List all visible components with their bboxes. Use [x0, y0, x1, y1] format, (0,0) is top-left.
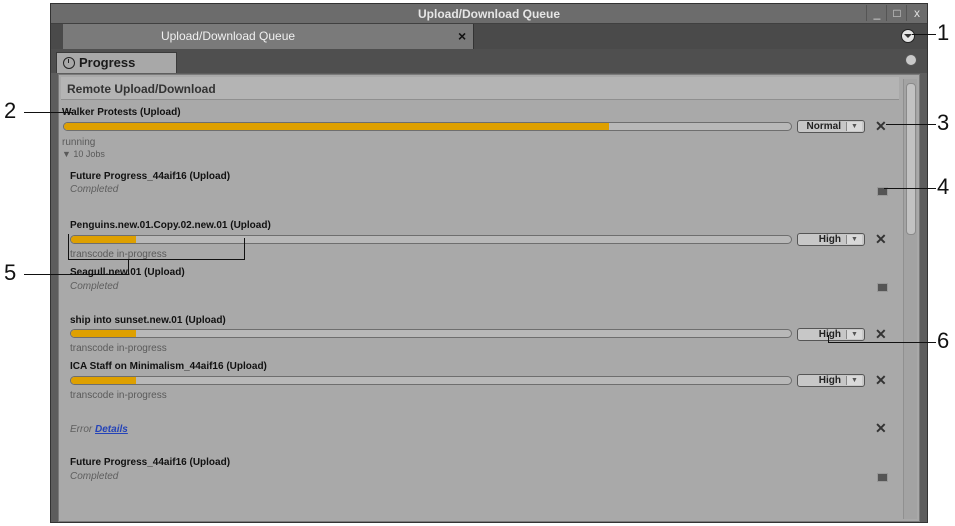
- progress-fill: [71, 377, 136, 384]
- callout-line: [828, 342, 936, 343]
- chevron-down-icon: ▼: [846, 122, 862, 131]
- priority-dropdown[interactable]: High ▼: [797, 233, 865, 246]
- callout-bracket: [244, 238, 245, 260]
- remove-job-button[interactable]: ✕: [875, 326, 887, 343]
- callout-label: 2: [4, 98, 17, 123]
- section-title: Remote Upload/Download: [67, 82, 216, 96]
- tab-upload-download-queue[interactable]: Upload/Download Queue ×: [63, 24, 474, 49]
- jobs-toggle[interactable]: ▼ 10 Jobs: [62, 149, 105, 159]
- remove-job-button[interactable]: ✕: [875, 420, 887, 437]
- job-status: running: [62, 137, 96, 148]
- panel-tab-bar: Progress: [51, 49, 927, 73]
- progress-bar: [70, 376, 792, 385]
- title-bar: Upload/Download Queue _ □ x: [51, 4, 927, 24]
- priority-value: High: [818, 375, 841, 386]
- queue-list: Remote Upload/Download Walker Protests (…: [58, 74, 920, 522]
- restore-button[interactable]: □: [886, 5, 907, 21]
- clear-job-icon[interactable]: [877, 283, 888, 292]
- priority-value: Normal: [806, 121, 841, 132]
- job-status: transcode in-progress: [70, 343, 167, 354]
- priority-value: High: [818, 234, 841, 245]
- section-header: Remote Upload/Download: [61, 77, 899, 100]
- callout-label: 3: [937, 110, 950, 135]
- chevron-down-icon: ▼: [846, 330, 862, 339]
- vertical-scrollbar[interactable]: [903, 79, 917, 519]
- clock-icon: [63, 57, 75, 69]
- minimize-button[interactable]: _: [866, 5, 887, 21]
- tab-label: Upload/Download Queue: [160, 29, 296, 43]
- callout-line: [24, 112, 72, 113]
- job-status: Completed: [70, 184, 119, 195]
- remove-job-button[interactable]: ✕: [875, 372, 887, 389]
- callout-label: 5: [4, 260, 17, 285]
- priority-value: High: [818, 329, 841, 340]
- progress-bar: [70, 329, 792, 338]
- callout-bracket: [128, 260, 129, 274]
- callout-line: [828, 335, 829, 342]
- job-title: Future Progress_44aif16 (Upload): [70, 457, 231, 468]
- clear-job-icon[interactable]: [877, 473, 888, 482]
- error-details-link[interactable]: Details: [95, 424, 128, 435]
- progress-tab-label: Progress: [79, 55, 136, 70]
- remove-job-button[interactable]: ✕: [875, 118, 887, 135]
- progress-bar: [70, 235, 792, 244]
- chevron-down-icon: ▼: [846, 235, 862, 244]
- job-status: Completed: [70, 471, 119, 482]
- progress-fill: [64, 123, 610, 130]
- progress-fill: [71, 236, 136, 243]
- job-title: ship into sunset.new.01 (Upload): [70, 315, 226, 326]
- job-status: Completed: [70, 281, 119, 292]
- document-tab-strip: Upload/Download Queue ×: [51, 24, 927, 49]
- queue-window: Upload/Download Queue _ □ x Upload/Downl…: [50, 3, 928, 523]
- job-title: Penguins.new.01.Copy.02.new.01 (Upload): [70, 220, 271, 231]
- callout-bracket: [68, 234, 69, 260]
- callout-label: 4: [937, 174, 950, 199]
- chevron-down-icon: ▼: [846, 376, 862, 385]
- callout-line: [24, 274, 129, 275]
- job-title: Future Progress_44aif16 (Upload): [70, 171, 231, 182]
- scrollbar-thumb[interactable]: [906, 83, 916, 235]
- priority-dropdown[interactable]: High ▼: [797, 374, 865, 387]
- tab-progress[interactable]: Progress: [56, 52, 177, 73]
- job-title: ICA Staff on Minimalism_44aif16 (Upload): [70, 361, 267, 372]
- error-label: Error: [70, 424, 93, 435]
- error-message: Error Details: [70, 424, 128, 435]
- callout-label: 6: [937, 328, 950, 353]
- remove-job-button[interactable]: ✕: [875, 231, 887, 248]
- callout-label: 1: [937, 20, 950, 45]
- job-title: Walker Protests (Upload): [62, 107, 181, 118]
- callout-bracket: [68, 259, 244, 260]
- tab-close-button[interactable]: ×: [458, 28, 466, 44]
- window-title: Upload/Download Queue: [417, 7, 560, 21]
- callout-line: [912, 34, 936, 35]
- priority-dropdown[interactable]: High ▼: [797, 328, 865, 341]
- job-status: transcode in-progress: [70, 390, 167, 401]
- panel-menu-icon[interactable]: [901, 29, 915, 43]
- progress-bar: [63, 122, 792, 131]
- callout-line: [884, 188, 936, 189]
- close-window-button[interactable]: x: [906, 5, 927, 21]
- priority-dropdown[interactable]: Normal ▼: [797, 120, 865, 133]
- callout-line: [886, 124, 936, 125]
- panel-options-icon[interactable]: [905, 54, 917, 66]
- progress-fill: [71, 330, 136, 337]
